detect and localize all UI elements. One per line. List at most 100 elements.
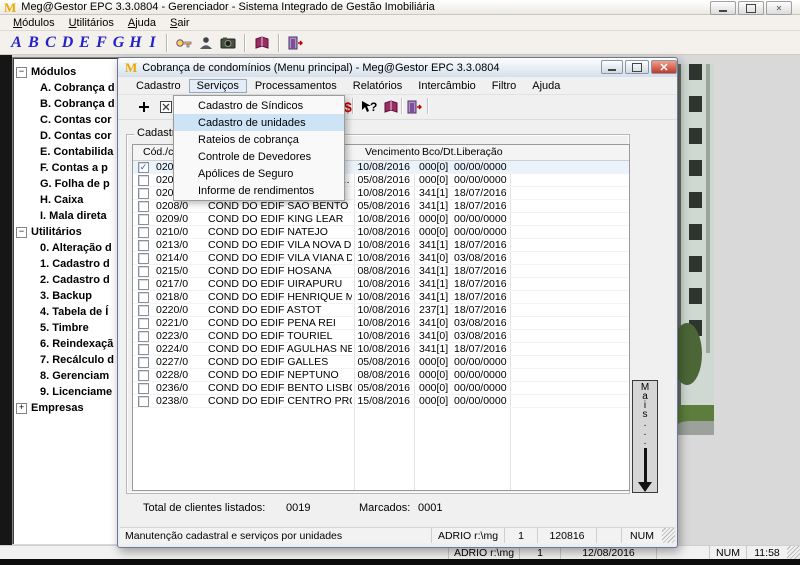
child-title-bar[interactable]: M Cobrança de condomínios (Menu principa… (118, 58, 677, 77)
row-checkbox[interactable] (138, 344, 149, 355)
row-checkbox[interactable] (138, 292, 149, 303)
tree-item-f-contas-a-p[interactable]: F. Contas a p (12, 160, 122, 176)
tree-item-h-caixa[interactable]: H. Caixa (12, 192, 122, 208)
more-button[interactable]: Mais... (632, 380, 658, 493)
menu-item-ajuda[interactable]: Ajuda (121, 17, 163, 29)
table-row[interactable]: 0214/0COND DO EDIF VILA VIANA DO CAST…10… (133, 252, 629, 265)
toolbar-letter-g[interactable]: G (110, 34, 127, 52)
table-row[interactable]: 0224/0COND DO EDIF AGULHAS NEGRAS10/08/2… (133, 343, 629, 356)
toolbar-letter-h[interactable]: H (127, 34, 144, 52)
tree-item-a-cobranca-d[interactable]: A. Cobrança d (12, 80, 122, 96)
dropdown-item-rateios-de-cobranca[interactable]: Rateios de cobrança (174, 131, 344, 148)
tree-item-modulos[interactable]: −Módulos (12, 64, 122, 80)
column-header-bank[interactable]: Bco/Dt.Liberação (422, 146, 503, 158)
table-row[interactable]: 0213/0COND DO EDIF VILA NOVA DE GAIA10/0… (133, 239, 629, 252)
row-checkbox[interactable]: ✓ (138, 162, 149, 173)
toolbar-button-exit-icon[interactable] (285, 34, 307, 52)
table-row[interactable]: 0220/0COND DO EDIF ASTOT10/08/2016237[1]… (133, 304, 629, 317)
toolbar-button-add-icon[interactable] (134, 98, 154, 115)
table-row[interactable]: 0238/0COND DO EDIF CENTRO PROF DO R…15/0… (133, 395, 629, 408)
menu-item-modulos[interactable]: Módulos (6, 17, 62, 29)
close-button[interactable]: ✕ (766, 1, 792, 15)
table-row[interactable]: 0210/0COND DO EDIF NATEJO10/08/2016000[0… (133, 226, 629, 239)
tree-item-2-cadastro-d[interactable]: 2. Cadastro d (12, 272, 122, 288)
toolbar-button-camera-icon[interactable] (217, 34, 239, 52)
row-checkbox[interactable] (138, 175, 149, 186)
tree-item-b-cobranca-d[interactable]: B. Cobrança d (12, 96, 122, 112)
row-checkbox[interactable] (138, 253, 149, 264)
tree-toggle-icon[interactable]: − (16, 67, 27, 78)
toolbar-letter-d[interactable]: D (59, 34, 76, 52)
minimize-button[interactable] (710, 1, 736, 15)
row-checkbox[interactable] (138, 396, 149, 407)
tree-toggle-icon[interactable]: − (16, 227, 27, 238)
tree-item-5-timbre[interactable]: 5. Timbre (12, 320, 122, 336)
toolbar-button-exit-icon[interactable] (405, 98, 425, 115)
maximize-button[interactable] (738, 1, 764, 15)
row-checkbox[interactable] (138, 305, 149, 316)
tree-item-9-licenciame[interactable]: 9. Licenciame (12, 384, 122, 400)
row-checkbox[interactable] (138, 227, 149, 238)
row-checkbox[interactable] (138, 266, 149, 277)
child-maximize-button[interactable] (625, 60, 649, 74)
table-row[interactable]: 0215/0COND DO EDIF HOSANA08/08/2016341[1… (133, 265, 629, 278)
toolbar-letter-b[interactable]: B (25, 34, 42, 52)
tree-item-8-gerenciam[interactable]: 8. Gerenciam (12, 368, 122, 384)
tree-item-i-mala-direta[interactable]: I. Mala direta (12, 208, 122, 224)
table-row[interactable]: 0221/0COND DO EDIF PENA REI10/08/2016341… (133, 317, 629, 330)
tree-item-7-recalculo-d[interactable]: 7. Recálculo d (12, 352, 122, 368)
dropdown-item-apolices-de-seguro[interactable]: Apólices de Seguro (174, 165, 344, 182)
row-checkbox[interactable] (138, 201, 149, 212)
child-minimize-button[interactable] (601, 60, 623, 74)
table-row[interactable]: 0227/0COND DO EDIF GALLES05/08/2016000[0… (133, 356, 629, 369)
child-menu-item-servicos[interactable]: Serviços (189, 79, 247, 93)
table-row[interactable]: 0218/0COND DO EDIF HENRIQUE MECKING10/08… (133, 291, 629, 304)
toolbar-letter-a[interactable]: A (8, 34, 25, 52)
row-checkbox[interactable] (138, 318, 149, 329)
tree-item-utilitarios[interactable]: −Utilitários (12, 224, 122, 240)
row-checkbox[interactable] (138, 240, 149, 251)
table-row[interactable]: 0208/0COND DO EDIF SAO BENTO05/08/201634… (133, 200, 629, 213)
resize-grip[interactable] (787, 546, 800, 559)
tree-item-e-contabilida[interactable]: E. Contabilida (12, 144, 122, 160)
row-checkbox[interactable] (138, 357, 149, 368)
row-checkbox[interactable] (138, 188, 149, 199)
tree-item-3-backup[interactable]: 3. Backup (12, 288, 122, 304)
toolbar-letter-c[interactable]: C (42, 34, 59, 52)
toolbar-letter-i[interactable]: I (144, 34, 161, 52)
table-row[interactable]: 0209/0COND DO EDIF KING LEAR10/08/201600… (133, 213, 629, 226)
column-header-code[interactable]: Cód./c (143, 146, 173, 158)
child-close-button[interactable]: ✕ (651, 60, 677, 74)
child-menu-item-ajuda[interactable]: Ajuda (524, 79, 568, 93)
tree-item-empresas[interactable]: +Empresas (12, 400, 122, 416)
tree-item-4-tabela-de-i[interactable]: 4. Tabela de Í (12, 304, 122, 320)
toolbar-button-book-icon[interactable] (251, 34, 273, 52)
tree-item-6-reindexaca[interactable]: 6. Reindexaçã (12, 336, 122, 352)
table-row[interactable]: 0228/0COND DO EDIF NEPTUNO08/08/2016000[… (133, 369, 629, 382)
resize-grip[interactable] (662, 528, 675, 543)
column-header-due[interactable]: Vencimento (365, 146, 420, 158)
tree-item-g-folha-de-p[interactable]: G. Folha de p (12, 176, 122, 192)
child-menu-item-cadastro[interactable]: Cadastro (128, 79, 189, 93)
child-menu-item-processamentos[interactable]: Processamentos (247, 79, 345, 93)
toolbar-button-key-icon[interactable] (173, 34, 195, 52)
row-checkbox[interactable] (138, 370, 149, 381)
dropdown-item-cadastro-de-unidades[interactable]: Cadastro de unidades (174, 114, 344, 131)
toolbar-button-book-icon[interactable] (381, 98, 401, 115)
row-checkbox[interactable] (138, 279, 149, 290)
toolbar-button-help-icon[interactable]: ? (359, 98, 379, 115)
tree-item-c-contas-cor[interactable]: C. Contas cor (12, 112, 122, 128)
toolbar-letter-e[interactable]: E (76, 34, 93, 52)
dropdown-item-controle-de-devedores[interactable]: Controle de Devedores (174, 148, 344, 165)
table-row[interactable]: 0217/0COND DO EDIF UIRAPURU10/08/2016341… (133, 278, 629, 291)
dropdown-item-informe-de-rendimentos[interactable]: Informe de rendimentos (174, 182, 344, 199)
toolbar-button-user-icon[interactable] (195, 34, 217, 52)
row-checkbox[interactable] (138, 214, 149, 225)
row-checkbox[interactable] (138, 331, 149, 342)
child-menu-item-relatorios[interactable]: Relatórios (345, 79, 411, 93)
menu-item-utilitarios[interactable]: Utilitários (62, 17, 121, 29)
row-checkbox[interactable] (138, 383, 149, 394)
child-menu-item-intercambio[interactable]: Intercâmbio (410, 79, 483, 93)
child-menu-item-filtro[interactable]: Filtro (484, 79, 524, 93)
dropdown-item-cadastro-de-sindicos[interactable]: Cadastro de Síndicos (174, 97, 344, 114)
